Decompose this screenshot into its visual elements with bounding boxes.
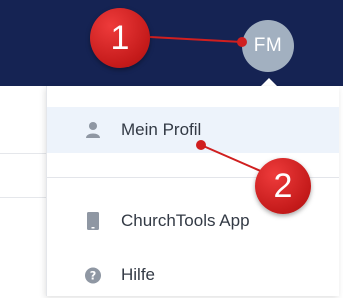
menu-item-mein-profil[interactable]: Mein Profil <box>47 107 339 153</box>
help-circle-icon: ? <box>85 266 101 284</box>
smartphone-icon <box>85 212 101 230</box>
menu-item-label: Mein Profil <box>121 120 202 139</box>
annotation-marker-2: 2 <box>255 158 311 214</box>
background-divider <box>0 153 48 154</box>
background-divider <box>0 197 48 198</box>
menu-item-label: Hilfe <box>121 265 156 284</box>
user-avatar-button[interactable]: FM <box>242 20 294 72</box>
menu-item-hilfe[interactable]: ? Hilfe <box>47 252 339 298</box>
top-navigation-bar: FM <box>0 0 343 86</box>
svg-text:?: ? <box>90 269 97 282</box>
annotation-marker-number: 1 <box>110 18 130 57</box>
avatar-initials: FM <box>253 35 283 56</box>
annotation-marker-number: 2 <box>273 166 293 205</box>
menu-item-label: ChurchTools App <box>121 211 250 230</box>
user-icon <box>85 121 101 139</box>
annotation-marker-1: 1 <box>90 8 150 68</box>
